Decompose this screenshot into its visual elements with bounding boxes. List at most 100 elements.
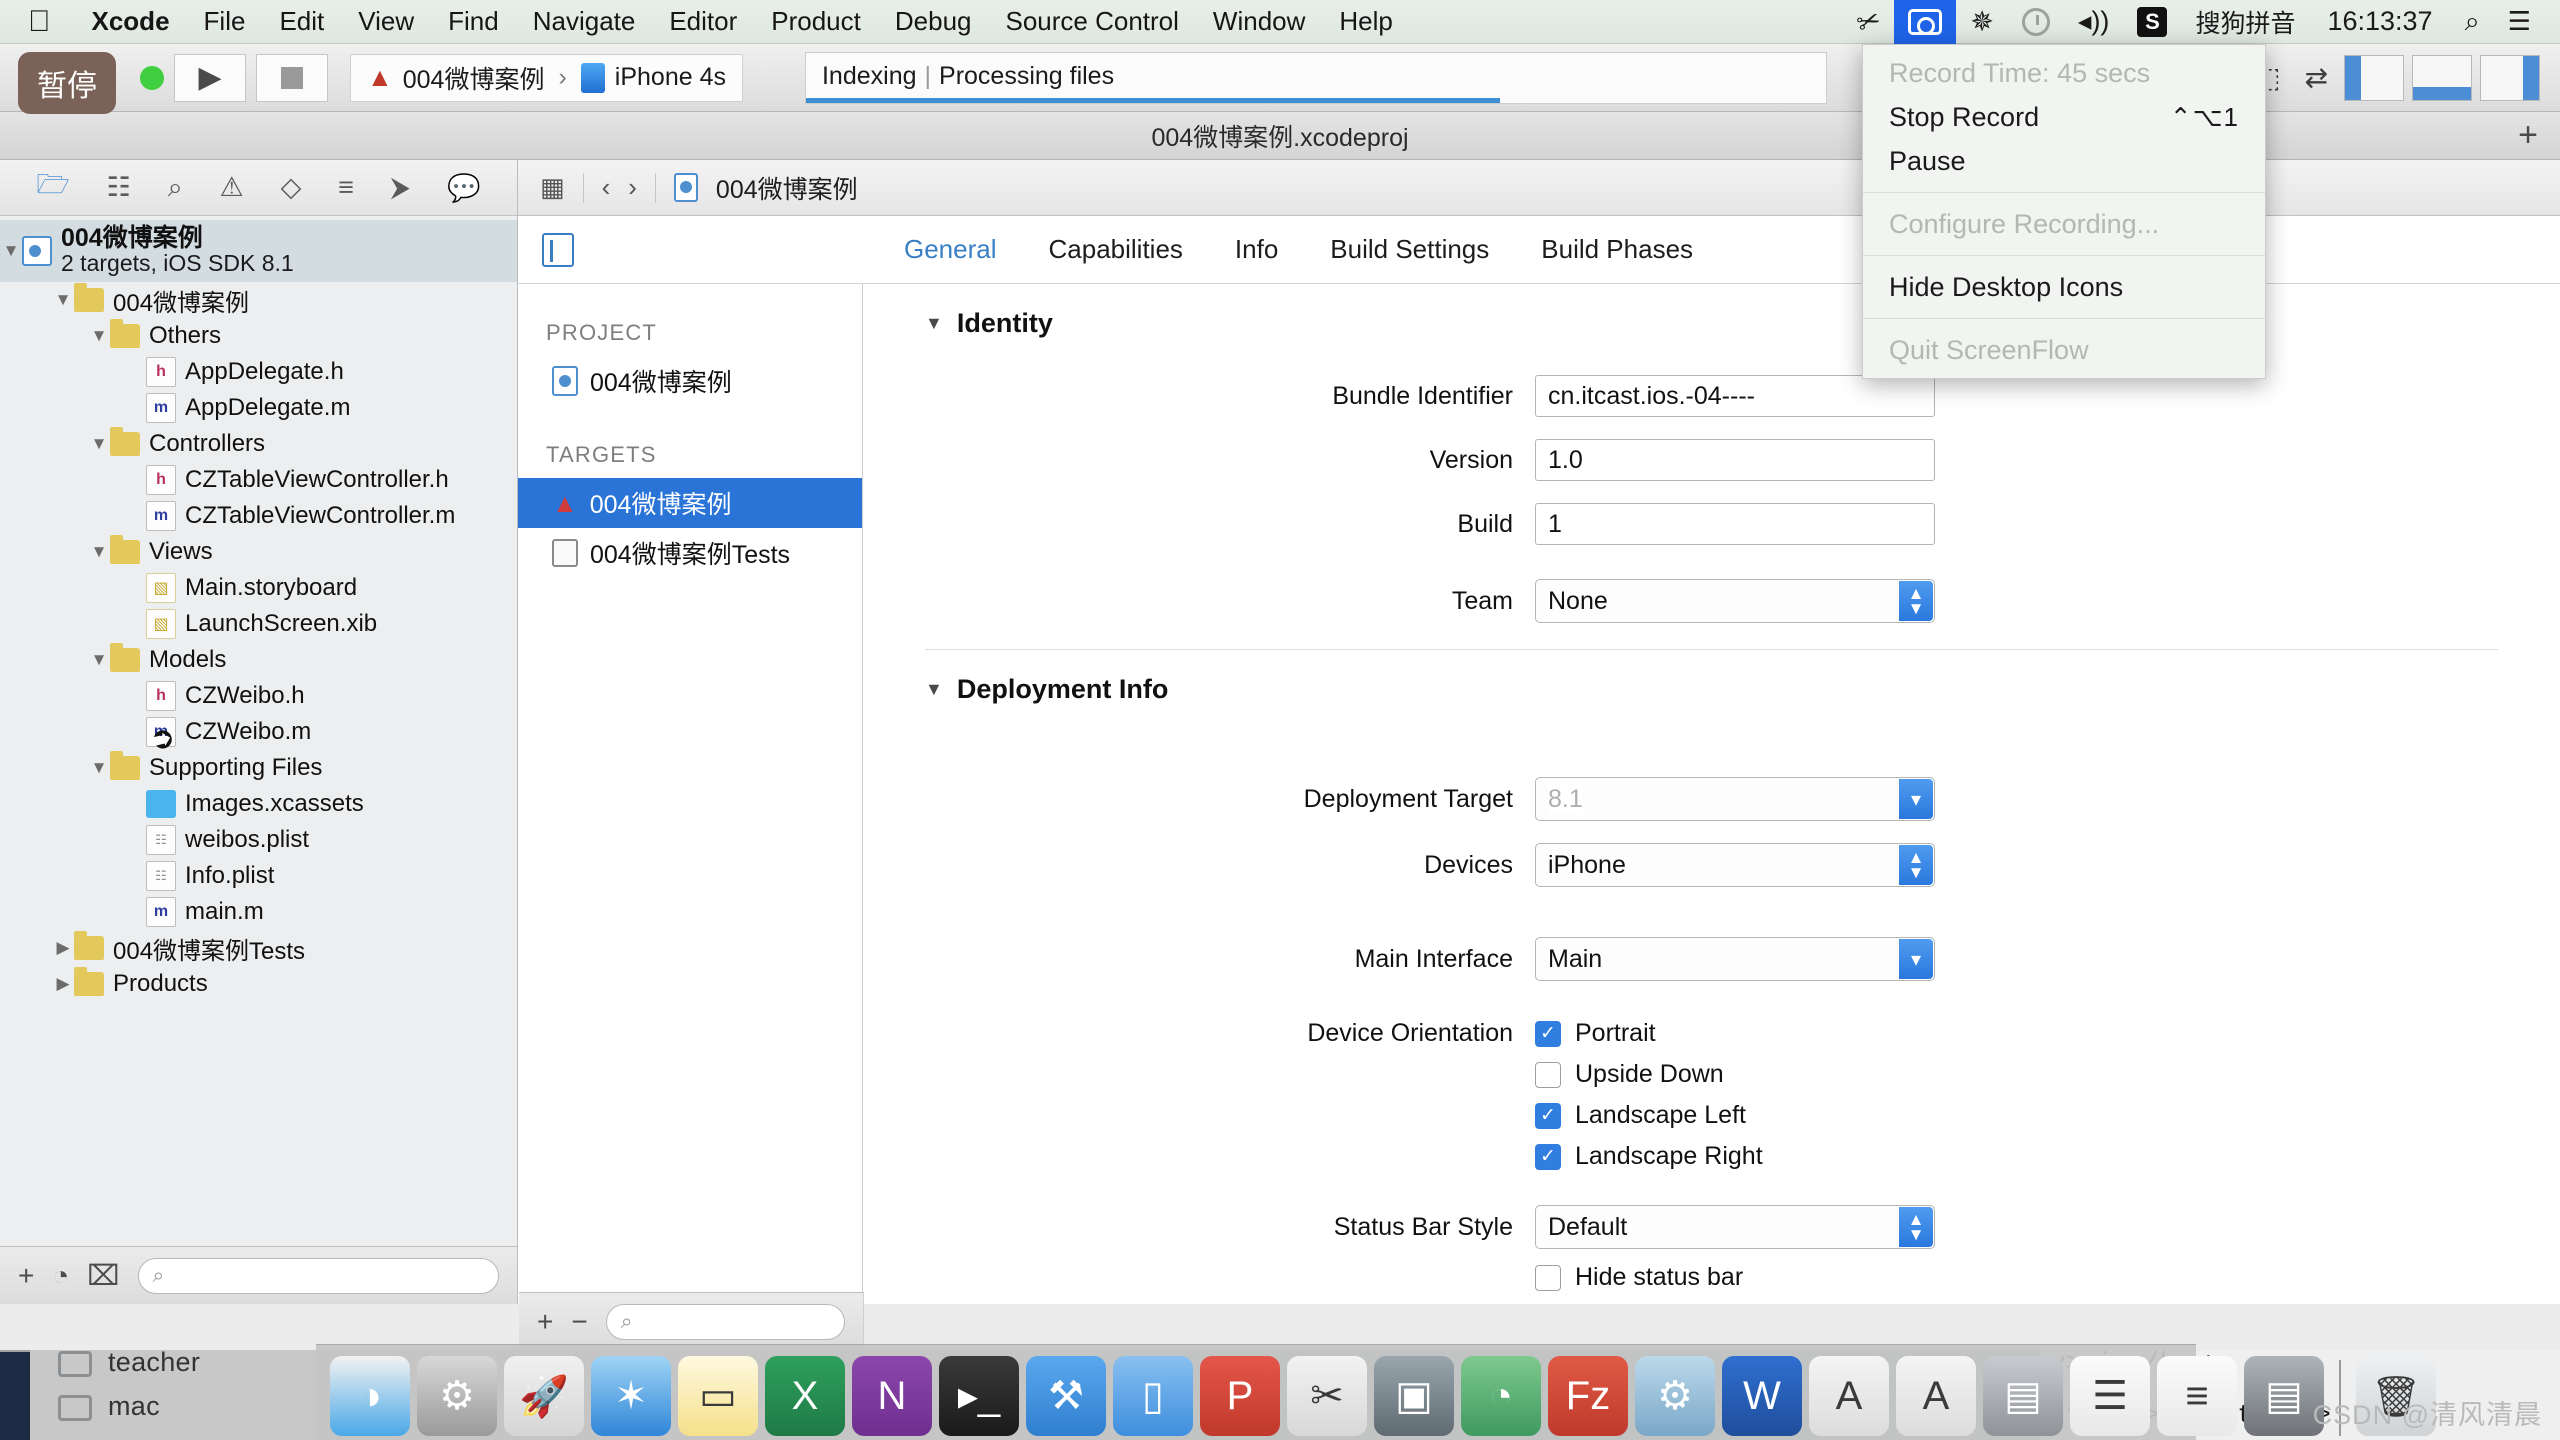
tree-row-views[interactable]: ▼ Views — [0, 534, 517, 570]
time-machine-icon[interactable] — [2008, 0, 2064, 44]
menubar-clock[interactable]: 16:13:37 — [2309, 0, 2450, 44]
disclosure-triangle-icon[interactable]: ▶ — [52, 938, 74, 958]
tab-build-settings[interactable]: Build Settings — [1330, 234, 1489, 265]
tree-row-images.xcassets[interactable]: Images.xcassets — [0, 786, 517, 822]
tree-row-004tests[interactable]: ▶ 004微博案例Tests — [0, 930, 517, 966]
finder-icon[interactable]: ◑ — [330, 1356, 410, 1436]
word-icon[interactable]: W — [1722, 1356, 1802, 1436]
related-items-icon[interactable]: ▦ — [540, 172, 565, 203]
sogou-input-badge-icon[interactable]: S — [2123, 0, 2181, 44]
status-bar-style-select[interactable]: Default ▲ ▼ — [1535, 1205, 1935, 1249]
tree-row-czweibo.h[interactable]: h CZWeibo.h — [0, 678, 517, 714]
volume-icon[interactable]: ◂)) — [2064, 0, 2124, 44]
apple-logo-icon[interactable]:  — [28, 6, 51, 37]
documents-stack-icon[interactable]: ☰ — [2070, 1356, 2150, 1436]
version-input[interactable]: 1.0 — [1535, 439, 1935, 481]
toggle-targets-list-icon[interactable] — [542, 232, 574, 267]
deployment-target-chevron-down-icon[interactable]: ▾ — [1899, 779, 1933, 819]
team-stepper-icon[interactable]: ▲ ▼ — [1899, 581, 1933, 621]
menu-product[interactable]: Product — [754, 0, 878, 44]
menu-item-pause[interactable]: Pause — [1863, 139, 2265, 183]
tree-row-supportingfiles[interactable]: ▼ Supporting Files — [0, 750, 517, 786]
target-item-app[interactable]: ▲ 004微博案例 — [518, 478, 862, 528]
tree-row-others[interactable]: ▼ Others — [0, 318, 517, 354]
navigator-tab-report-icon[interactable]: 💬 — [447, 172, 481, 204]
menu-editor[interactable]: Editor — [652, 0, 754, 44]
main-interface-chevron-down-icon[interactable]: ▾ — [1899, 939, 1933, 979]
checkbox-row-portrait[interactable]: ✓ Portrait — [1535, 1019, 1763, 1048]
tree-row-controllers[interactable]: ▼ Controllers — [0, 426, 517, 462]
input-method-label[interactable]: 搜狗拼音 — [2181, 0, 2309, 44]
terminal-icon[interactable]: ▸_ — [939, 1356, 1019, 1436]
checkbox-row-upside-down[interactable]: Upside Down — [1535, 1060, 1763, 1089]
navigator-tab-project[interactable]: 🗁 — [36, 165, 69, 211]
build-input[interactable]: 1 — [1535, 503, 1935, 545]
status-bar-style-stepper-icon[interactable]: ▲ ▼ — [1899, 1207, 1933, 1247]
toggle-navigator-button[interactable] — [2344, 54, 2404, 101]
screen-sharing-icon[interactable]: ▤ — [1983, 1356, 2063, 1436]
tree-row-weibos.plist[interactable]: ☷ weibos.plist — [0, 822, 517, 858]
appstore-icon[interactable]: A — [1809, 1356, 1889, 1436]
menu-help[interactable]: Help — [1322, 0, 1409, 44]
xcode-icon[interactable]: ⚒ — [1026, 1356, 1106, 1436]
screen-record-icon[interactable] — [1894, 0, 1957, 44]
disclosure-triangle-icon[interactable]: ▶ — [52, 974, 74, 994]
font-book-icon[interactable]: A — [1896, 1356, 1976, 1436]
notification-center-icon[interactable]: ☰ — [2494, 0, 2544, 44]
onenote-icon[interactable]: N — [852, 1356, 932, 1436]
identity-disclosure-triangle-icon[interactable]: ▼ — [925, 313, 943, 334]
checkbox-landscape-left[interactable]: ✓ — [1535, 1102, 1561, 1129]
tree-row-cztableviewcontroller.m[interactable]: m CZTableViewController.m — [0, 498, 517, 534]
spotlight-search-icon[interactable]: ⌕ — [2451, 0, 2494, 44]
snipping-icon[interactable]: ✂ — [1287, 1356, 1367, 1436]
navigator-tab-debug-icon[interactable]: ≡ — [338, 172, 354, 203]
checkbox-upside-down[interactable] — [1535, 1061, 1561, 1088]
pause-overlay-badge[interactable]: 暂停 — [18, 52, 116, 114]
navigator-filter-field[interactable]: ⌕ — [137, 1257, 499, 1294]
navigator-tab-issue-warning-icon[interactable]: ⚠ — [220, 172, 244, 203]
menu-find[interactable]: Find — [431, 0, 516, 44]
launchpad-icon[interactable]: 🚀 — [504, 1356, 584, 1436]
navigator-tab-symbol[interactable]: ☷ — [107, 172, 131, 203]
run-button[interactable]: ▶ — [174, 53, 246, 102]
menu-file[interactable]: File — [187, 0, 263, 44]
checkbox-row-hide-status-bar[interactable]: Hide status bar — [1535, 1263, 1743, 1292]
navigator-tab-search-icon[interactable]: ⌕ — [168, 172, 183, 204]
menu-view[interactable]: View — [341, 0, 431, 44]
editor-version-icon[interactable]: ⇄ — [2297, 61, 2336, 94]
recent-files-icon[interactable]: ◔ — [52, 1260, 69, 1292]
notes-icon[interactable]: ▭ — [678, 1356, 758, 1436]
scheme-selector[interactable]: ▲ 004微博案例 › iPhone 4s — [350, 53, 743, 102]
tree-row-info.plist[interactable]: ☷ Info.plist — [0, 858, 517, 894]
checkbox-portrait[interactable]: ✓ — [1535, 1020, 1561, 1047]
target-item-tests[interactable]: 004微博案例Tests — [518, 528, 862, 578]
simulator-icon[interactable]: ▯ — [1113, 1356, 1193, 1436]
identity-section-header[interactable]: ▼ Identity — [863, 308, 2560, 339]
devices-select[interactable]: iPhone ▲ ▼ — [1535, 843, 1935, 887]
downloads-stack-icon[interactable]: ≡ — [2157, 1356, 2237, 1436]
targets-filter-field[interactable]: ⌕ — [605, 1303, 845, 1340]
disclosure-triangle-icon[interactable]: ▼ — [52, 290, 74, 310]
navigator-tab-breakpoint-icon[interactable]: ⮞ — [391, 172, 411, 204]
navigate-back-icon[interactable]: ‹ — [602, 172, 611, 203]
disclosure-triangle-icon[interactable]: ▼ — [88, 542, 110, 562]
finder-sidebar-item-mac[interactable]: mac — [108, 1391, 160, 1422]
toggle-debug-area-button[interactable] — [2412, 54, 2472, 101]
add-editor-icon[interactable]: + — [2518, 116, 2538, 155]
bundle-identifier-input[interactable]: cn.itcast.ios.-04---- — [1535, 375, 1935, 417]
tree-row-main.m[interactable]: m main.m — [0, 894, 517, 930]
menu-edit[interactable]: Edit — [262, 0, 341, 44]
deployment-info-section-header[interactable]: ▼ Deployment Info — [863, 674, 2560, 705]
disclosure-triangle-icon[interactable]: ▼ — [88, 650, 110, 670]
checkbox-row-landscape-left[interactable]: ✓ Landscape Left — [1535, 1101, 1763, 1130]
tree-row-cztableviewcontroller.h[interactable]: h CZTableViewController.h — [0, 462, 517, 498]
menu-item-hide-desktop-icons[interactable]: Hide Desktop Icons — [1863, 265, 2265, 309]
safari-icon[interactable]: ✶ — [591, 1356, 671, 1436]
add-file-icon[interactable]: + — [18, 1260, 34, 1292]
tab-general[interactable]: General — [904, 234, 997, 265]
project-navigator-tree[interactable]: ▼ 004微博案例 2 targets, iOS SDK 8.1 ▼ 004微博案… — [0, 216, 517, 1246]
menu-window[interactable]: Window — [1196, 0, 1322, 44]
deployment-target-select[interactable]: 8.1 ▾ — [1535, 777, 1935, 821]
image-editor-icon[interactable]: ◔ — [1461, 1356, 1541, 1436]
keynote-icon[interactable]: P — [1200, 1356, 1280, 1436]
